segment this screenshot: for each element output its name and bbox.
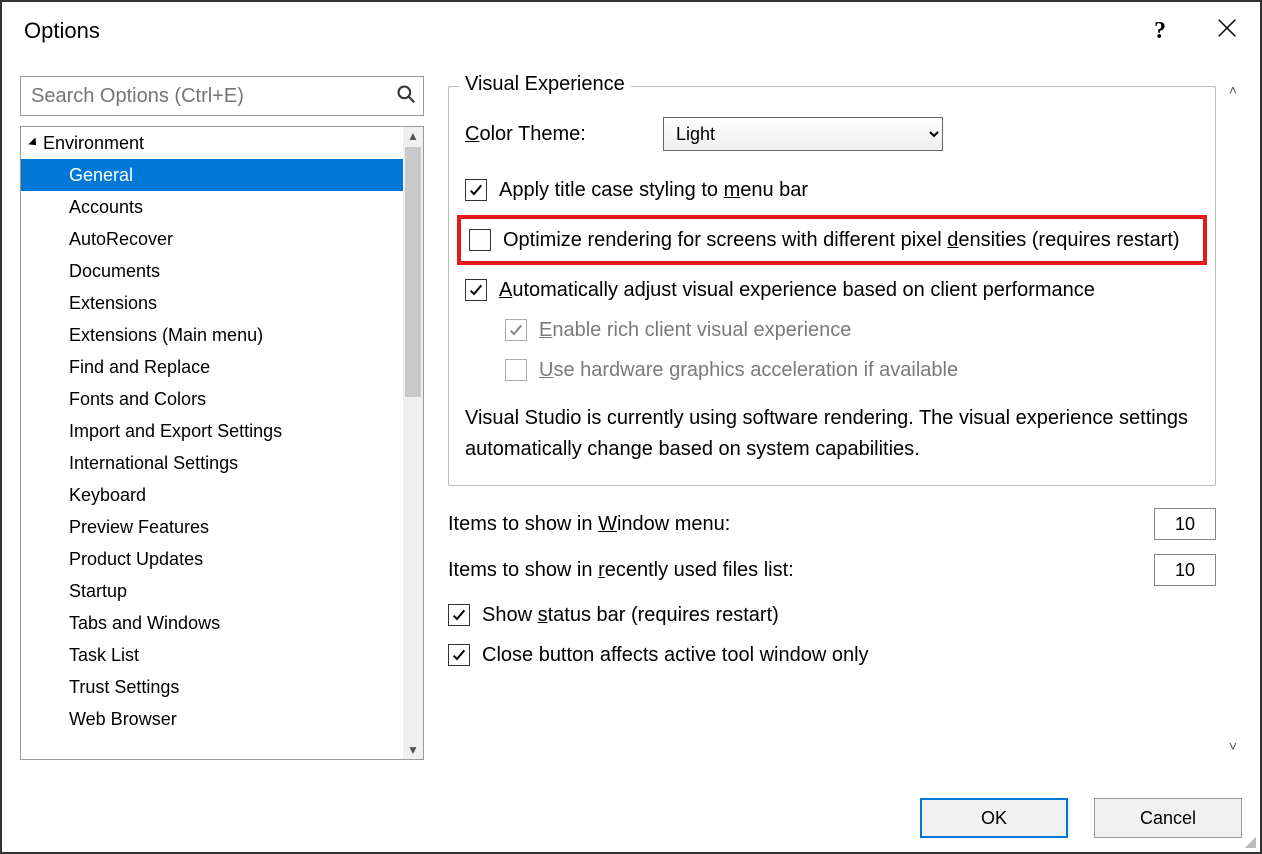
- close-icon[interactable]: [1216, 17, 1238, 46]
- search-icon[interactable]: [389, 84, 423, 109]
- checkbox-icon: [469, 229, 491, 251]
- checkbox-icon: [465, 279, 487, 301]
- scroll-up-icon[interactable]: ˄: [1222, 82, 1244, 98]
- tree-item-documents[interactable]: Documents: [21, 255, 423, 287]
- window-menu-items-label: Items to show in Window menu:: [448, 513, 1136, 536]
- group-title: Visual Experience: [459, 73, 631, 96]
- tree-item-import-and-export-settings[interactable]: Import and Export Settings: [21, 415, 423, 447]
- tree-item-tabs-and-windows[interactable]: Tabs and Windows: [21, 607, 423, 639]
- window-title: Options: [24, 18, 100, 44]
- enable-rich-client-checkbox: Enable rich client visual experience: [505, 315, 1199, 345]
- tree-item-extensions[interactable]: Extensions: [21, 287, 423, 319]
- resize-grip-icon[interactable]: [1242, 834, 1256, 848]
- tree-item-autorecover[interactable]: AutoRecover: [21, 223, 423, 255]
- tree-item-find-and-replace[interactable]: Find and Replace: [21, 351, 423, 383]
- checkbox-icon: [448, 644, 470, 666]
- checkbox-icon: [505, 359, 527, 381]
- tree-item-international-settings[interactable]: International Settings: [21, 447, 423, 479]
- checkbox-icon: [465, 179, 487, 201]
- show-status-bar-checkbox[interactable]: Show status bar (requires restart): [448, 600, 1216, 630]
- scroll-thumb[interactable]: [405, 147, 421, 397]
- color-theme-label: Color Theme:: [465, 123, 645, 146]
- right-scrollbar[interactable]: ˄ ˅: [1222, 76, 1244, 760]
- use-hardware-accel-label: Use hardware graphics acceleration if av…: [539, 355, 958, 385]
- visual-experience-group: Visual Experience Color Theme: Light App…: [448, 86, 1216, 486]
- tree-item-web-browser[interactable]: Web Browser: [21, 703, 423, 735]
- ok-button[interactable]: OK: [920, 798, 1068, 838]
- auto-adjust-label: Automatically adjust visual experience b…: [499, 275, 1095, 305]
- tree-parent-environment[interactable]: Environment: [21, 127, 423, 159]
- window-menu-items-input[interactable]: [1154, 508, 1216, 540]
- scroll-down-icon[interactable]: ˅: [1222, 738, 1244, 754]
- apply-title-case-label: Apply title case styling to menu bar: [499, 175, 808, 205]
- auto-adjust-checkbox[interactable]: Automatically adjust visual experience b…: [465, 275, 1199, 305]
- search-input[interactable]: [21, 85, 389, 108]
- checkbox-icon: [448, 604, 470, 626]
- scroll-up-icon[interactable]: ▲: [403, 129, 423, 143]
- recent-files-items-label: Items to show in recently used files lis…: [448, 559, 1136, 582]
- optimize-rendering-label: Optimize rendering for screens with diff…: [503, 225, 1180, 255]
- optimize-rendering-checkbox[interactable]: Optimize rendering for screens with diff…: [457, 215, 1207, 265]
- color-theme-select[interactable]: Light: [663, 117, 943, 151]
- options-tree[interactable]: EnvironmentGeneralAccountsAutoRecoverDoc…: [20, 126, 424, 760]
- scroll-down-icon[interactable]: ▼: [403, 743, 423, 757]
- help-icon[interactable]: ?: [1154, 18, 1166, 45]
- show-status-bar-label: Show status bar (requires restart): [482, 600, 779, 630]
- close-button-affects-checkbox[interactable]: Close button affects active tool window …: [448, 640, 1216, 670]
- tree-item-accounts[interactable]: Accounts: [21, 191, 423, 223]
- tree-item-fonts-and-colors[interactable]: Fonts and Colors: [21, 383, 423, 415]
- search-options[interactable]: [20, 76, 424, 116]
- tree-item-keyboard[interactable]: Keyboard: [21, 479, 423, 511]
- tree-scrollbar[interactable]: ▲ ▼: [403, 127, 423, 759]
- tree-item-product-updates[interactable]: Product Updates: [21, 543, 423, 575]
- tree-item-trust-settings[interactable]: Trust Settings: [21, 671, 423, 703]
- cancel-button[interactable]: Cancel: [1094, 798, 1242, 838]
- use-hardware-accel-checkbox: Use hardware graphics acceleration if av…: [505, 355, 1199, 385]
- caret-down-icon: [28, 137, 39, 148]
- apply-title-case-checkbox[interactable]: Apply title case styling to menu bar: [465, 175, 1199, 205]
- tree-item-extensions-main-menu-[interactable]: Extensions (Main menu): [21, 319, 423, 351]
- tree-item-startup[interactable]: Startup: [21, 575, 423, 607]
- tree-item-general[interactable]: General: [21, 159, 423, 191]
- close-button-affects-label: Close button affects active tool window …: [482, 640, 869, 670]
- rendering-note: Visual Studio is currently using softwar…: [465, 403, 1199, 465]
- checkbox-icon: [505, 319, 527, 341]
- tree-item-task-list[interactable]: Task List: [21, 639, 423, 671]
- enable-rich-client-label: Enable rich client visual experience: [539, 315, 851, 345]
- tree-item-preview-features[interactable]: Preview Features: [21, 511, 423, 543]
- recent-files-items-input[interactable]: [1154, 554, 1216, 586]
